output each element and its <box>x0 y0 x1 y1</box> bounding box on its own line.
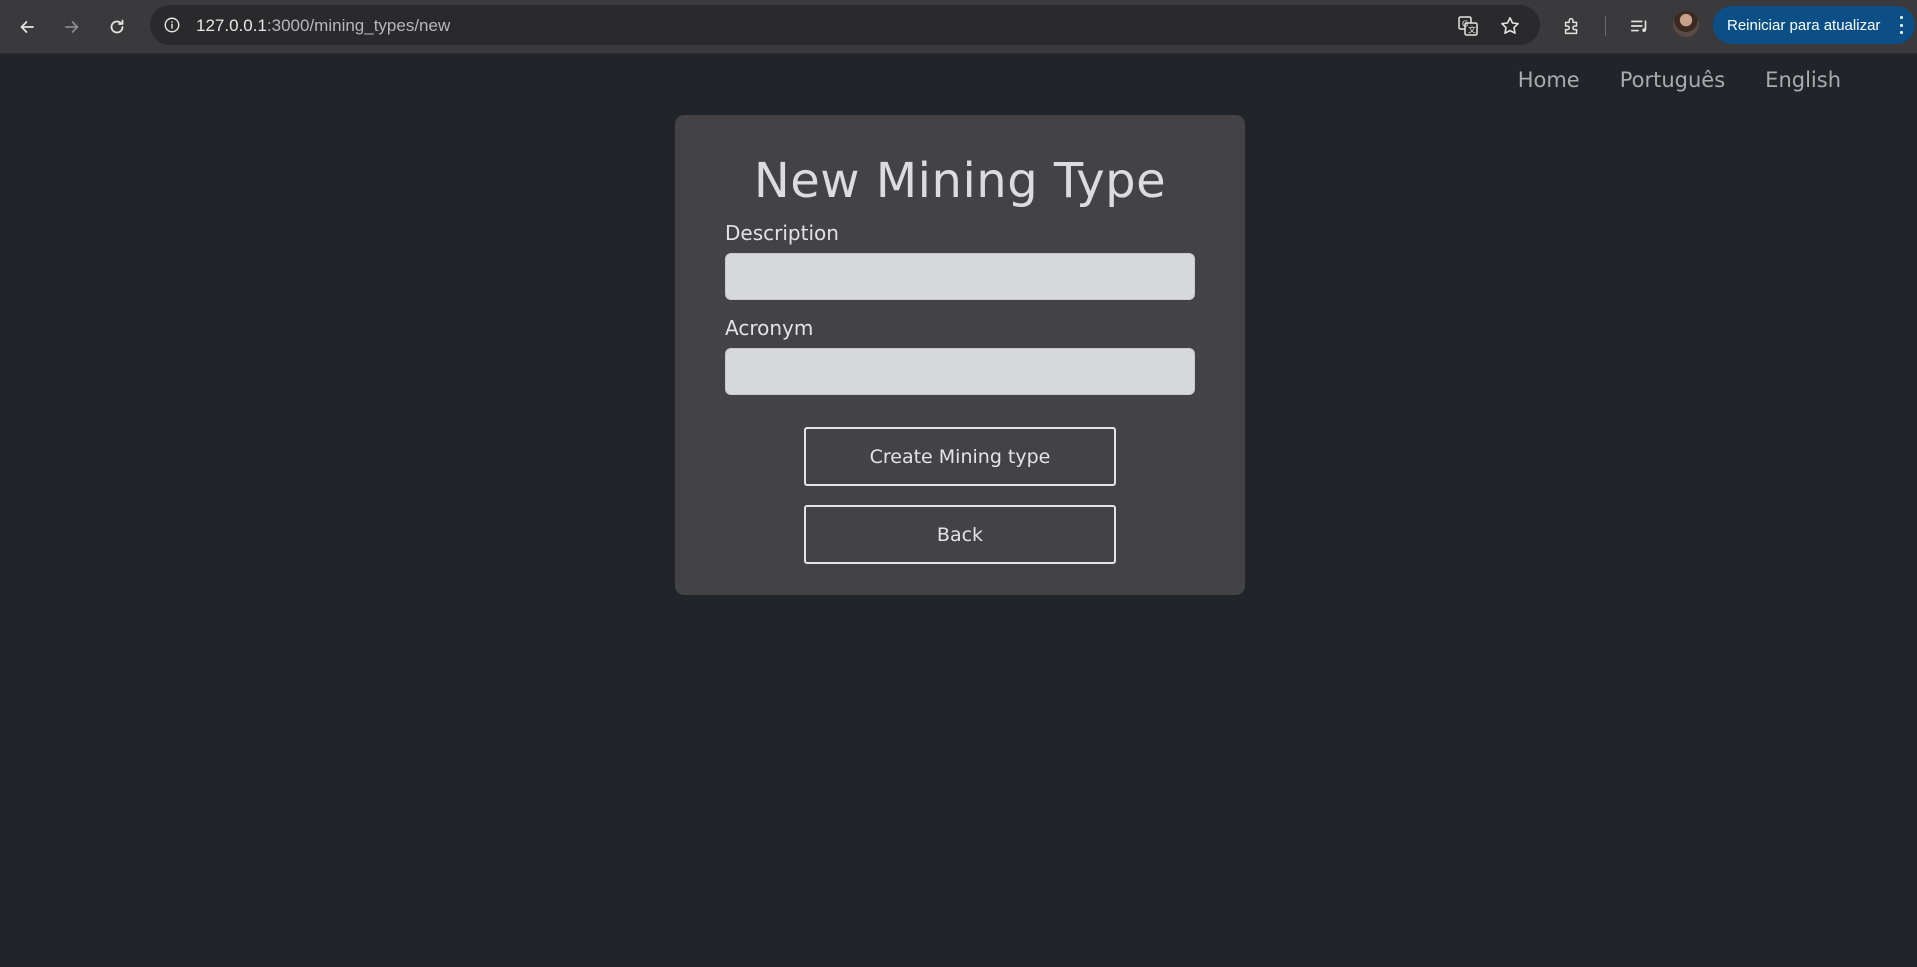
description-input[interactable] <box>725 253 1195 300</box>
forward-icon <box>65 21 79 33</box>
nav-link-portuguese[interactable]: Português <box>1620 68 1725 92</box>
translate-icon[interactable]: G 文 <box>1457 15 1479 37</box>
browser-toolbar: 127.0.0.1:3000/mining_types/new G 文 Rein… <box>0 0 1917 54</box>
reload-button[interactable] <box>102 12 132 42</box>
nav-link-home[interactable]: Home <box>1518 68 1580 92</box>
top-navigation: Home Português English <box>1518 68 1841 92</box>
site-info-icon[interactable] <box>162 15 182 35</box>
page-title: New Mining Type <box>753 153 1167 209</box>
url-text: 127.0.0.1:3000/mining_types/new <box>196 16 450 36</box>
acronym-input[interactable] <box>725 348 1195 395</box>
update-restart-button[interactable]: Reiniciar para atualizar <box>1713 6 1915 44</box>
reload-icon <box>110 19 124 34</box>
create-mining-type-button[interactable]: Create Mining type <box>804 427 1116 486</box>
url-path: :3000/mining_types/new <box>266 16 451 35</box>
description-label: Description <box>725 221 839 245</box>
update-restart-label: Reiniciar para atualizar <box>1727 16 1881 34</box>
reading-list-icon[interactable] <box>1626 12 1654 40</box>
back-icon <box>20 21 34 33</box>
back-button[interactable] <box>12 12 42 42</box>
nav-link-english[interactable]: English <box>1765 68 1841 92</box>
address-bar[interactable]: 127.0.0.1:3000/mining_types/new G 文 <box>150 5 1540 45</box>
extensions-icon[interactable] <box>1558 12 1586 40</box>
svg-text:文: 文 <box>1468 25 1476 35</box>
forward-button[interactable] <box>57 12 87 42</box>
acronym-label: Acronym <box>725 316 814 340</box>
new-mining-type-form: New Mining Type Description Acronym Crea… <box>675 115 1245 595</box>
toolbar-divider <box>1605 16 1606 36</box>
back-link-button[interactable]: Back <box>804 505 1116 564</box>
menu-kebab-icon <box>1899 16 1903 34</box>
bookmark-star-icon[interactable] <box>1499 15 1521 37</box>
url-host: 127.0.0.1 <box>196 16 267 35</box>
profile-avatar[interactable] <box>1673 11 1699 37</box>
